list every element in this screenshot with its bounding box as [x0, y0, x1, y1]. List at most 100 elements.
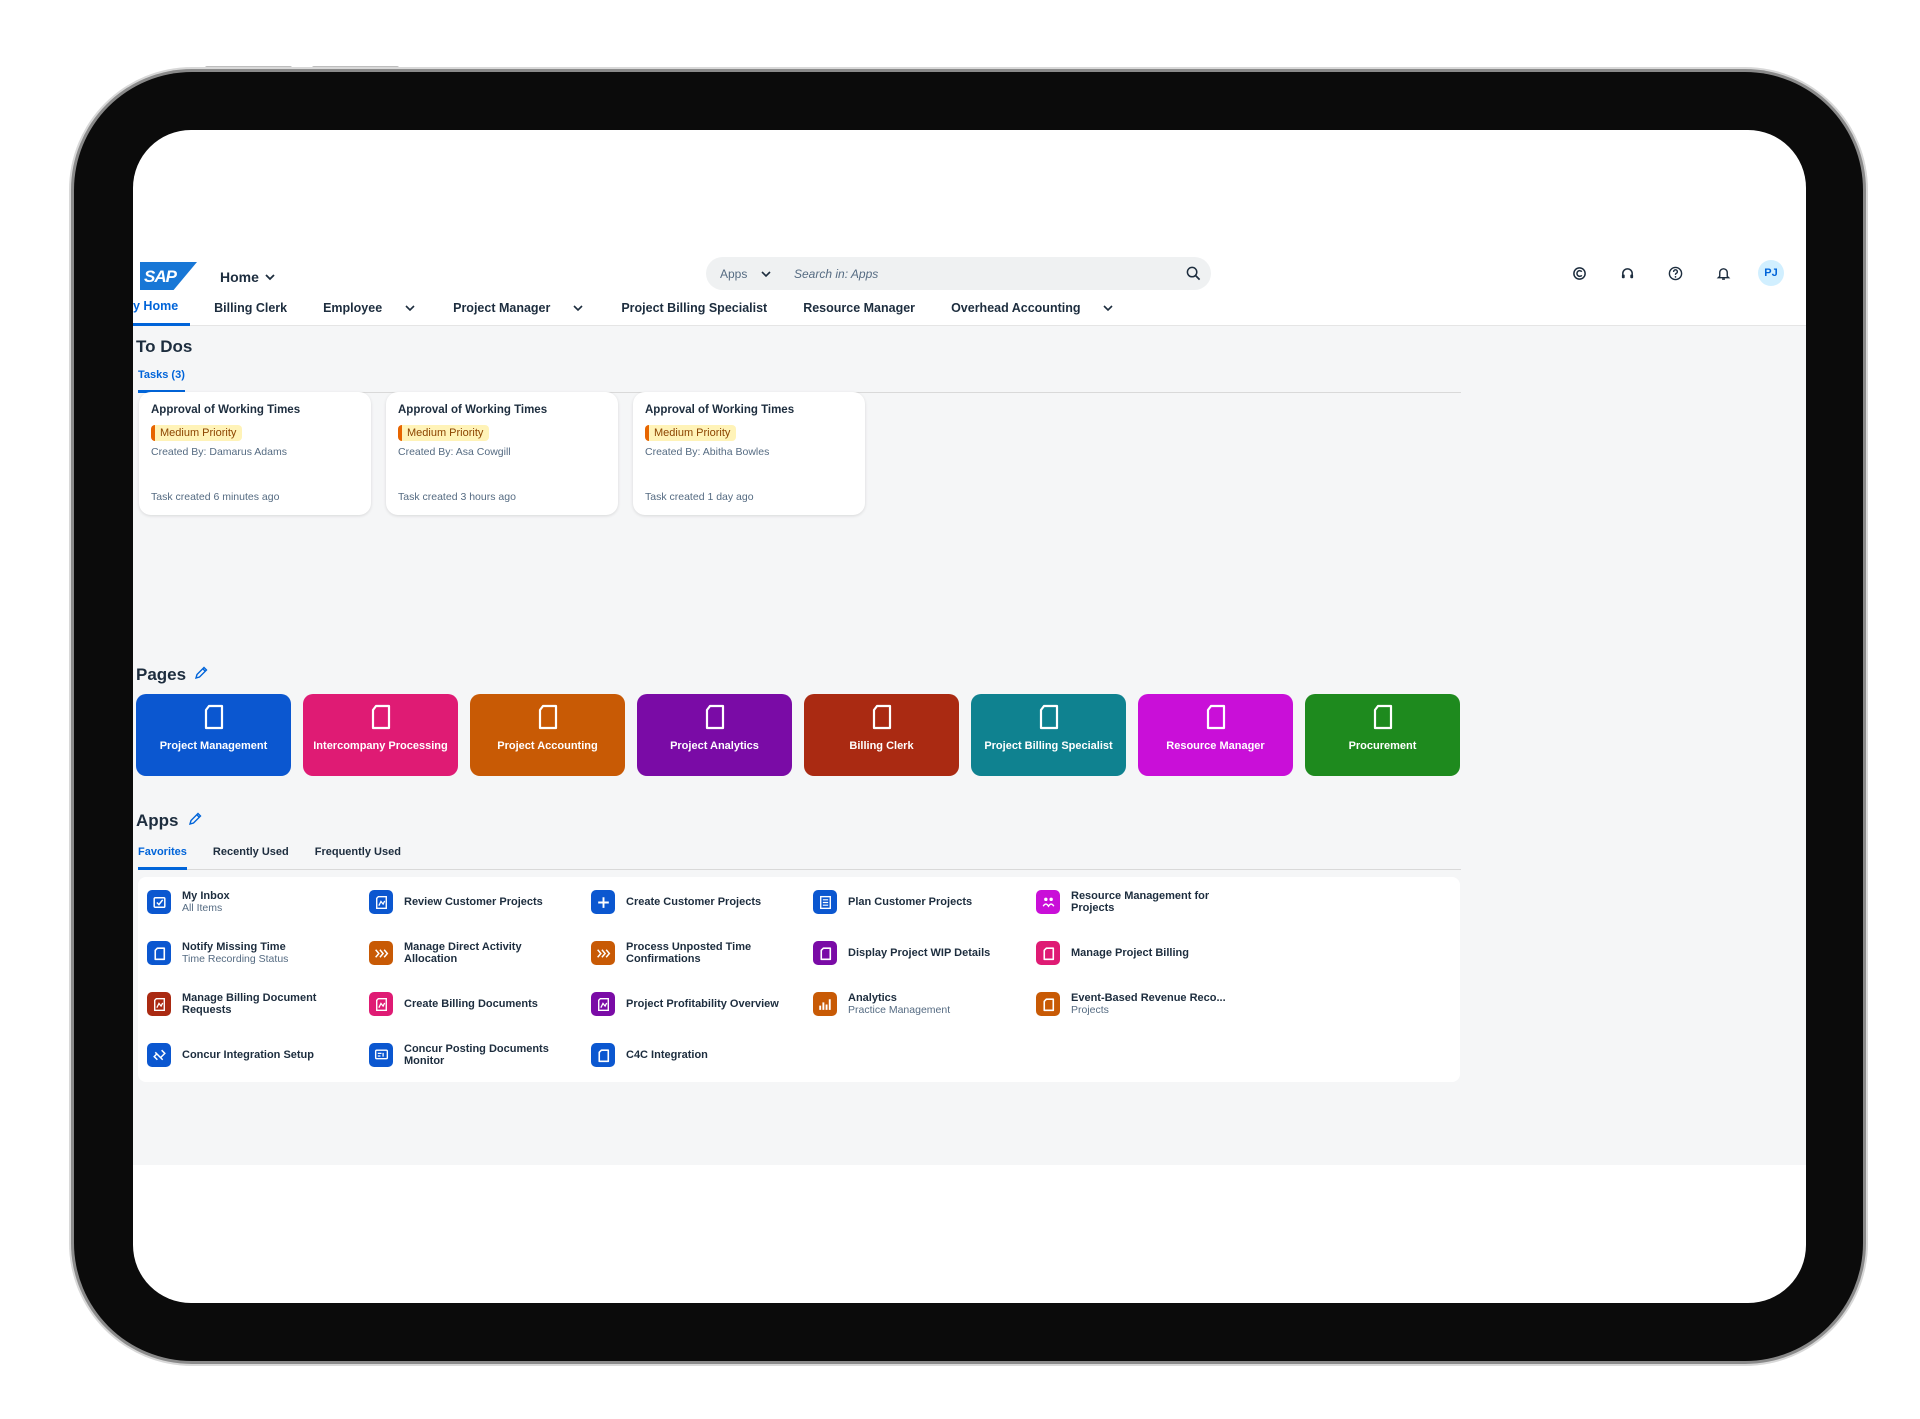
support-button[interactable] [1614, 260, 1640, 286]
app-subtitle: Projects [1071, 1004, 1109, 1016]
help-icon [1668, 266, 1682, 280]
app-item[interactable]: C4C Integration [591, 1043, 708, 1067]
search-icon [1186, 266, 1200, 281]
tab-tasks[interactable]: Tasks (3) [138, 365, 185, 393]
app-item[interactable]: Concur Integration Setup [147, 1043, 314, 1067]
app-item[interactable]: My Inbox All Items [147, 890, 230, 914]
nav-item-4[interactable]: Project Billing Specialist [609, 290, 779, 326]
page-tile[interactable]: Intercompany Processing [303, 694, 458, 776]
app-item[interactable]: Analytics Practice Management [813, 992, 950, 1016]
edit-pages-pencil-icon[interactable] [193, 665, 209, 681]
app-item[interactable]: Plan Customer Projects [813, 890, 972, 914]
task-timestamp: Task created 6 minutes ago [151, 491, 280, 503]
app-item[interactable]: Project Profitability Overview [591, 992, 779, 1016]
page-document-icon [872, 704, 891, 730]
notifications-button[interactable] [1710, 260, 1736, 286]
chevron-down-icon [1103, 304, 1114, 311]
chevron-down-icon [265, 274, 275, 281]
resource-icon [1036, 890, 1060, 914]
allocation-icon [591, 941, 615, 965]
app-title: Review Customer Projects [404, 896, 543, 908]
page-tile[interactable]: Procurement [1305, 694, 1460, 776]
joule-button[interactable] [1566, 260, 1592, 286]
document-icon [591, 1043, 615, 1067]
monitor-icon [369, 1043, 393, 1067]
page-document-icon [705, 704, 724, 730]
nav-item-5[interactable]: Resource Manager [791, 290, 927, 326]
sap-logo[interactable]: SAP [140, 262, 197, 292]
app-text: Manage Billing Document Requests [182, 992, 316, 1016]
app-item[interactable]: Create Customer Projects [591, 890, 761, 914]
app-item[interactable]: Review Customer Projects [369, 890, 543, 914]
document-icon [147, 941, 171, 965]
nav-item-0[interactable]: y Home [133, 290, 191, 326]
edit-apps-pencil-icon[interactable] [187, 811, 203, 827]
task-card[interactable]: Approval of Working Times Medium Priority… [139, 392, 371, 515]
nav-item-3[interactable]: Project Manager [441, 290, 595, 326]
app-item[interactable]: Concur Posting Documents Monitor [369, 1043, 549, 1067]
nav-item-2[interactable]: Employee [311, 290, 427, 326]
page-tile[interactable]: Billing Clerk [804, 694, 959, 776]
app-subtitle: All Items [182, 902, 223, 914]
app-title: Manage Project Billing [1071, 947, 1189, 959]
pages-title: Pages [136, 665, 187, 684]
page-document-icon [1206, 704, 1225, 730]
home-menu-button[interactable]: Home [220, 269, 275, 285]
apps-title: Apps [136, 811, 179, 830]
tab-frequently-used[interactable]: Frequently Used [315, 842, 401, 870]
home-menu-label: Home [220, 269, 259, 285]
bell-icon [1716, 267, 1730, 280]
tab-favorites[interactable]: Favorites [138, 842, 187, 870]
app-item[interactable]: Manage Direct Activity Allocation [369, 941, 522, 965]
app-item[interactable]: Notify Missing Time Time Recording Status [147, 941, 288, 965]
app-item[interactable]: Create Billing Documents [369, 992, 538, 1016]
task-card[interactable]: Approval of Working Times Medium Priority… [633, 392, 865, 515]
app-title: Event-Based Revenue Reco... [1071, 992, 1226, 1004]
app-subtitle: Time Recording Status [182, 953, 289, 965]
page-tile[interactable]: Project Accounting [470, 694, 625, 776]
search-scope-select[interactable]: Apps [706, 267, 776, 281]
page-document-icon [204, 704, 223, 730]
space-navigation-bar: y Home Billing Clerk Employee Project Mana… [133, 290, 1806, 326]
app-text: Project Profitability Overview [626, 998, 779, 1010]
task-created-by: Created By: Asa Cowgill [398, 446, 511, 458]
page-tile[interactable]: Project Billing Specialist [971, 694, 1126, 776]
nav-item-1[interactable]: Billing Clerk [202, 290, 299, 326]
app-item[interactable]: Manage Billing Document Requests [147, 992, 316, 1016]
chevron-down-icon [405, 304, 415, 311]
nav-item-6[interactable]: Overhead Accounting [939, 290, 1125, 326]
page-tile[interactable]: Project Analytics [637, 694, 792, 776]
app-text: Manage Direct Activity Allocation [404, 941, 522, 965]
app-title: Manage Direct Activity Allocation [404, 941, 522, 965]
app-text: Create Billing Documents [404, 998, 538, 1010]
app-item[interactable]: Display Project WIP Details [813, 941, 990, 965]
app-title: Notify Missing Time [182, 941, 286, 953]
app-item[interactable]: Event-Based Revenue Reco... Projects [1036, 992, 1226, 1016]
tablet-screen: SAP Home Apps Search in: Apps PJ y Home … [133, 130, 1806, 1303]
app-item[interactable]: Manage Project Billing [1036, 941, 1189, 965]
page-tile[interactable]: Resource Manager [1138, 694, 1293, 776]
search-button[interactable] [1175, 257, 1211, 290]
app-text: Resource Management for Projects [1071, 890, 1209, 914]
app-item[interactable]: Resource Management for Projects [1036, 890, 1209, 914]
page-tile-label: Project Accounting [497, 740, 598, 752]
task-title: Approval of Working Times [398, 404, 548, 416]
review-icon [591, 992, 615, 1016]
app-item[interactable]: Process Unposted Time Confirmations [591, 941, 751, 965]
task-timestamp: Task created 3 hours ago [398, 491, 516, 503]
help-button[interactable] [1662, 260, 1688, 286]
task-card[interactable]: Approval of Working Times Medium Priority… [386, 392, 618, 515]
search-input[interactable] [776, 257, 1175, 290]
nav-item-label: Employee [323, 300, 383, 315]
tab-recently-used[interactable]: Recently Used [213, 842, 289, 870]
app-text: Review Customer Projects [404, 896, 543, 908]
bar-chart-icon [813, 992, 837, 1016]
priority-badge: Medium Priority [398, 425, 490, 441]
app-title: Concur Integration Setup [182, 1049, 314, 1061]
task-title: Approval of Working Times [645, 404, 795, 416]
document-icon [1036, 941, 1060, 965]
link-icon [147, 1043, 171, 1067]
user-avatar[interactable]: PJ [1758, 260, 1784, 286]
task-created-by: Created By: Damarus Adams [151, 446, 287, 458]
page-tile[interactable]: Project Management [136, 694, 291, 776]
